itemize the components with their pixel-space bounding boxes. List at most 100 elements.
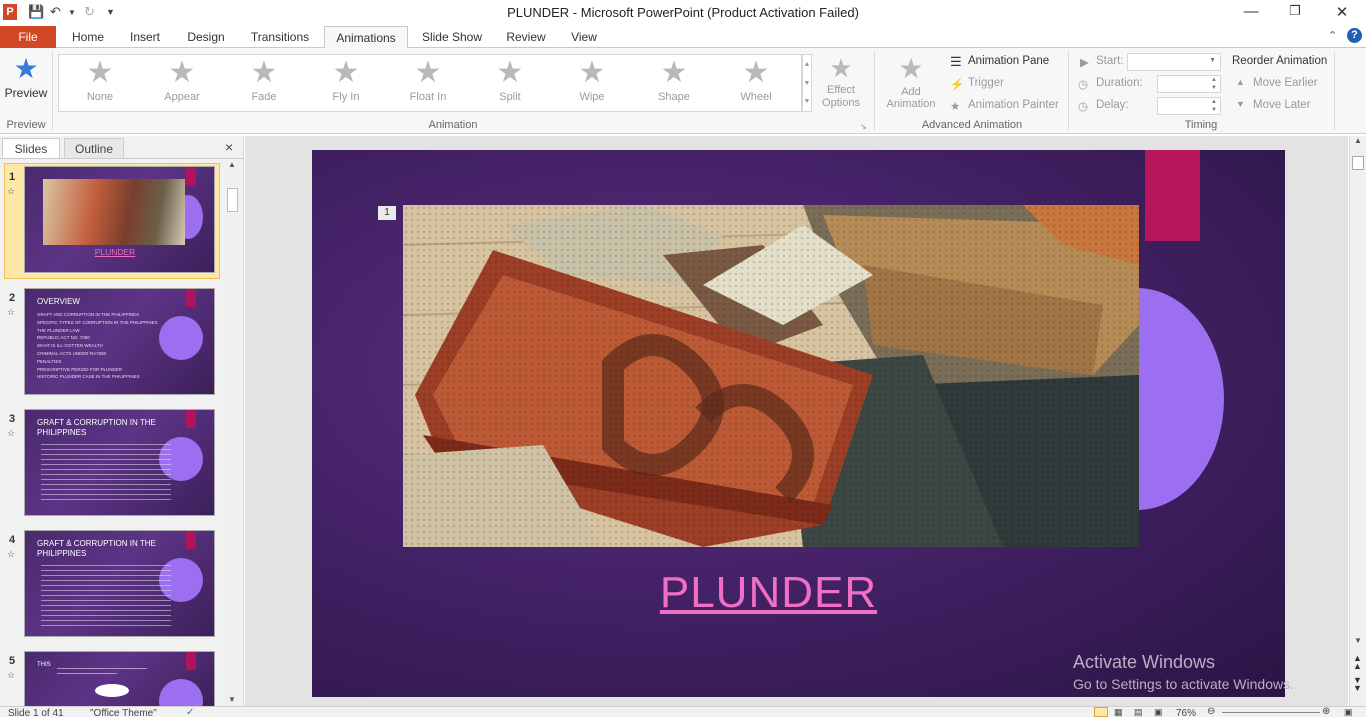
slide-thumbnail-3[interactable]: GRAFT & CORRUPTION IN THE PHILIPPINES <box>24 409 215 516</box>
animation-none[interactable]: ★ None <box>59 55 141 111</box>
previous-slide-icon[interactable]: ▲ ▲ <box>1353 654 1362 671</box>
effect-options-button[interactable]: ★ Effect Options <box>816 52 866 114</box>
star-icon: ★ <box>250 56 278 89</box>
spell-check-icon[interactable]: ✓ <box>186 707 194 718</box>
animation-wipe[interactable]: ★ Wipe <box>551 55 633 111</box>
minimize-icon[interactable]: — <box>1236 3 1266 20</box>
gallery-up-icon[interactable]: ▲ <box>803 55 811 74</box>
zoom-out-icon[interactable]: ⊖ <box>1207 706 1215 717</box>
activate-windows-heading: Activate Windows <box>1073 652 1216 672</box>
move-earlier-button[interactable]: Move Earlier <box>1253 77 1318 89</box>
slide-photo[interactable] <box>403 205 1139 547</box>
tab-insert[interactable]: Insert <box>122 26 168 48</box>
fit-to-window-icon[interactable]: ▣ <box>1344 707 1353 718</box>
group-label-preview: Preview <box>6 119 46 131</box>
star-icon: ★ <box>742 56 770 89</box>
slide-title[interactable]: PLUNDER <box>312 568 1225 618</box>
dialog-launcher-icon[interactable]: ↘ <box>860 122 867 131</box>
tab-animations[interactable]: Animations <box>324 26 408 49</box>
reading-view-icon[interactable]: ▤ <box>1134 707 1143 718</box>
gallery-more-icon[interactable]: ▼ <box>803 93 811 111</box>
close-icon[interactable]: ✕ <box>1327 3 1357 21</box>
add-animation-icon: ★ <box>898 53 924 84</box>
delay-input[interactable]: ▲ ▼ <box>1157 97 1221 115</box>
star-icon: ★ <box>332 56 360 89</box>
slide-thumbnail-5[interactable]: THIS <box>24 651 215 706</box>
scroll-down-icon[interactable]: ▼ <box>1354 636 1362 645</box>
animation-appear[interactable]: ★ Appear <box>141 55 223 111</box>
start-select[interactable]: ▼ <box>1127 53 1221 71</box>
start-icon: ▶ <box>1080 57 1089 69</box>
scroll-up-icon[interactable]: ▲ <box>1354 136 1362 145</box>
ribbon-animations: ★ Preview Preview ★ None ★ Appear ★ Fade ★ F… <box>0 48 1366 134</box>
scroll-thumb[interactable] <box>227 188 238 212</box>
move-later-icon: ▼ <box>1236 99 1245 109</box>
normal-view-icon[interactable] <box>1094 707 1108 717</box>
trigger-icon: ⚡ <box>950 79 965 91</box>
tab-review[interactable]: Review <box>500 26 552 48</box>
animation-float-in[interactable]: ★ Float In <box>387 55 469 111</box>
slide-counter: Slide 1 of 41 <box>8 708 64 719</box>
tab-slide-show[interactable]: Slide Show <box>416 26 488 48</box>
add-animation-button[interactable]: ★ Add Animation <box>880 52 942 114</box>
trigger-button[interactable]: Trigger <box>968 77 1004 89</box>
gallery-scroll[interactable]: ▲ ▼ ▼ <box>802 54 812 112</box>
animation-fly-in[interactable]: ★ Fly In <box>305 55 387 111</box>
animation-star-icon: ☆ <box>7 428 16 438</box>
star-icon: ★ <box>578 56 606 89</box>
thumb-title: OVERVIEW <box>37 297 80 306</box>
thumb-title: PLUNDER <box>94 247 136 257</box>
collapse-ribbon-icon[interactable]: ⌃ <box>1328 29 1337 42</box>
slide-thumbnail-2[interactable]: OVERVIEW GRAFT AND CORRUPTION IN THE PHI… <box>24 288 215 395</box>
group-label-advanced-animation: Advanced Animation <box>921 119 1023 131</box>
tab-outline[interactable]: Outline <box>64 138 124 158</box>
slide-thumbnail-1[interactable]: PLUNDER <box>24 166 215 273</box>
star-icon: ★ <box>496 56 524 89</box>
tab-slides[interactable]: Slides <box>2 138 60 158</box>
slideshow-view-icon[interactable]: ▣ <box>1154 707 1163 718</box>
close-panel-icon[interactable]: × <box>225 139 233 155</box>
zoom-slider[interactable] <box>1222 712 1320 713</box>
zoom-in-icon[interactable]: ⊕ <box>1322 706 1330 717</box>
help-icon[interactable]: ? <box>1347 28 1362 43</box>
slide-canvas[interactable]: 1 PLUNDER <box>312 150 1285 697</box>
status-bar: Slide 1 of 41 "Office Theme" ✓ ▦ ▤ ▣ 76%… <box>0 706 1366 719</box>
animation-pane-icon: ☰ <box>950 54 962 69</box>
title-bar: P 💾 ↶ ▼ ↻ ▼ PLUNDER - Microsoft PowerPoi… <box>0 0 1366 26</box>
star-icon: ★ <box>414 56 442 89</box>
editor-scrollbar[interactable]: ▲ ▼ ▲ ▲ ▼ ▼ <box>1349 136 1366 706</box>
thumb-text-lines <box>41 444 171 504</box>
tab-view[interactable]: View <box>562 26 606 48</box>
delay-label: Delay: <box>1096 99 1129 111</box>
move-later-button[interactable]: Move Later <box>1253 99 1311 111</box>
move-earlier-icon: ▲ <box>1236 77 1245 87</box>
slide-thumbnail-4[interactable]: GRAFT & CORRUPTION IN THE PHILIPPINES <box>24 530 215 637</box>
scroll-thumb[interactable] <box>1352 156 1364 170</box>
ribbon-tabs: File Home Insert Design Transitions Anim… <box>0 26 1366 49</box>
duration-input[interactable]: ▲ ▼ <box>1157 75 1221 93</box>
animation-wheel[interactable]: ★ Wheel <box>715 55 797 111</box>
star-icon: ★ <box>168 56 196 89</box>
scroll-down-icon[interactable]: ▼ <box>228 695 236 704</box>
gallery-down-icon[interactable]: ▼ <box>803 74 811 93</box>
preview-button[interactable]: ★ Preview <box>4 52 48 112</box>
animation-split[interactable]: ★ Split <box>469 55 551 111</box>
restore-icon[interactable]: ❐ <box>1280 3 1310 19</box>
animation-painter-button[interactable]: Animation Painter <box>968 99 1059 111</box>
tab-home[interactable]: Home <box>64 26 112 48</box>
animation-shape[interactable]: ★ Shape <box>633 55 715 111</box>
slides-scrollbar[interactable]: ▲ ▼ <box>225 160 240 706</box>
scroll-up-icon[interactable]: ▲ <box>228 160 236 169</box>
delay-icon: ◷ <box>1078 101 1089 113</box>
zoom-level[interactable]: 76% <box>1176 708 1196 719</box>
animation-star-icon: ☆ <box>7 549 16 559</box>
tab-design[interactable]: Design <box>180 26 232 48</box>
animation-pane-button[interactable]: Animation Pane <box>968 55 1049 67</box>
animation-order-tag[interactable]: 1 <box>378 206 396 220</box>
animation-fade[interactable]: ★ Fade <box>223 55 305 111</box>
next-slide-icon[interactable]: ▼ ▼ <box>1353 676 1362 693</box>
tab-transitions[interactable]: Transitions <box>244 26 316 48</box>
tab-file[interactable]: File <box>0 26 56 48</box>
animation-gallery: ★ None ★ Appear ★ Fade ★ Fly In ★ Float In ★ S… <box>58 54 802 112</box>
slide-sorter-icon[interactable]: ▦ <box>1114 707 1123 718</box>
